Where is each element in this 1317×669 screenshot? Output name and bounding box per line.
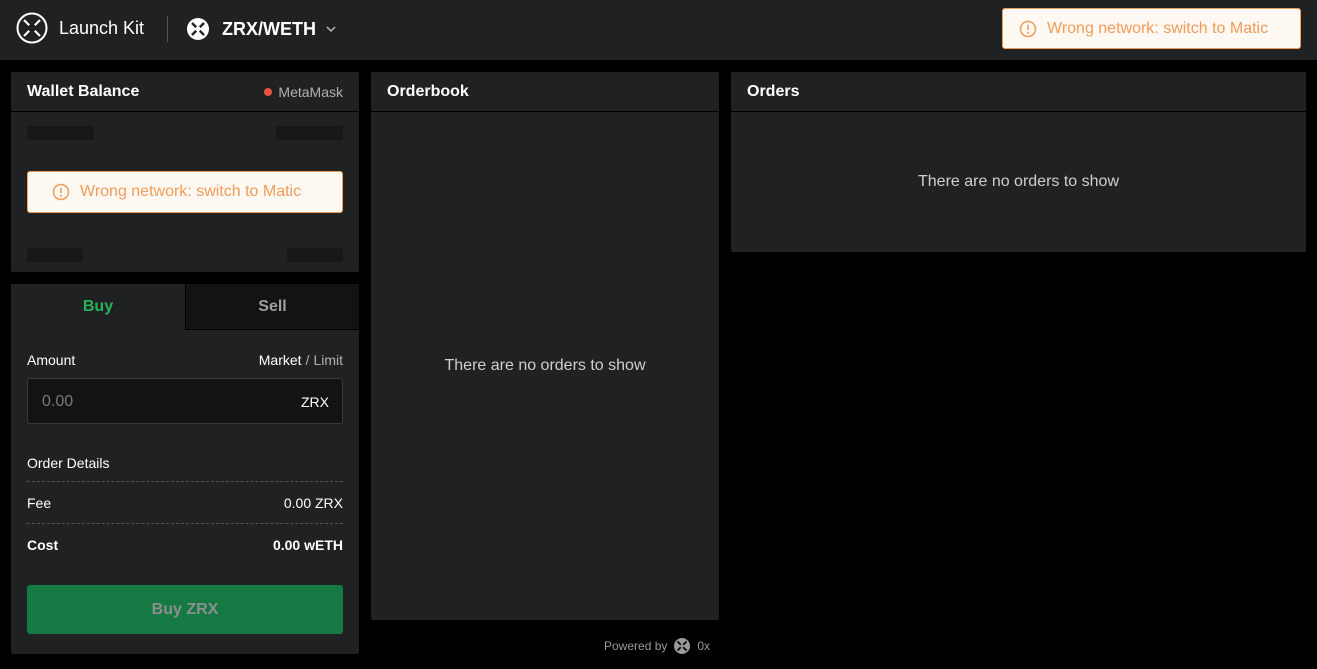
- fee-label: Fee: [27, 495, 52, 511]
- order-details-title: Order Details: [27, 455, 110, 471]
- 0x-token-icon: [187, 18, 209, 40]
- amount-token: ZRX: [301, 394, 329, 410]
- order-type-market[interactable]: Market: [259, 352, 302, 368]
- panel-divider: [11, 111, 359, 112]
- orderbook-title: Orderbook: [387, 83, 469, 100]
- exclamation-circle-icon: [1019, 20, 1037, 37]
- orderbook-panel: Orderbook There are no orders to show: [371, 72, 719, 620]
- wallet-provider-label: MetaMask: [278, 84, 343, 100]
- fee-value: 0.00 ZRX: [283, 495, 343, 511]
- dashed-divider: [27, 481, 343, 482]
- powered-by-label: Powered by: [604, 639, 668, 653]
- amount-input[interactable]: 0.00 ZRX: [27, 378, 343, 424]
- balance-placeholder: [27, 248, 83, 262]
- balance-placeholder: [276, 126, 343, 140]
- chevron-down-icon: [326, 26, 336, 33]
- orderbook-empty-message: There are no orders to show: [444, 357, 646, 374]
- balance-placeholder: [287, 248, 343, 262]
- powered-by[interactable]: Powered by 0x: [604, 636, 710, 656]
- panel-divider: [371, 111, 719, 112]
- orders-panel: Orders There are no orders to show: [731, 72, 1306, 252]
- market-label: ZRX/WETH: [222, 18, 316, 39]
- amount-label: Amount: [27, 352, 76, 368]
- dashed-divider: [27, 523, 343, 524]
- cost-label: Cost: [27, 537, 59, 553]
- orders-empty-message: There are no orders to show: [918, 173, 1119, 190]
- amount-placeholder: 0.00: [42, 393, 74, 410]
- wallet-balance-panel: Wallet Balance MetaMask Wrong network: s…: [11, 72, 359, 272]
- order-type-limit[interactable]: Limit: [313, 352, 343, 368]
- brand-name[interactable]: Launch Kit: [59, 18, 144, 39]
- wallet-provider: MetaMask: [264, 84, 343, 100]
- network-alert-text: Wrong network: switch to Matic: [1047, 19, 1269, 37]
- powered-by-brand: 0x: [697, 639, 711, 653]
- header-divider: [167, 16, 168, 42]
- orders-title: Orders: [747, 83, 800, 100]
- cost-value: 0.00 wETH: [272, 537, 343, 553]
- connection-status-dot: [264, 88, 273, 96]
- buy-zrx-button[interactable]: Buy ZRX: [27, 585, 343, 634]
- order-type-switch: Market / Limit: [259, 352, 343, 368]
- exclamation-circle-icon: [52, 183, 70, 201]
- market-selector[interactable]: ZRX/WETH: [186, 16, 336, 42]
- order-type-separator: /: [305, 352, 310, 368]
- 0x-logo-icon[interactable]: [16, 12, 48, 44]
- 0x-logo-icon: [674, 638, 691, 654]
- wallet-network-alert: Wrong network: switch to Matic: [27, 171, 343, 213]
- balance-placeholder: [27, 126, 94, 140]
- wallet-network-alert-text: Wrong network: switch to Matic: [80, 183, 302, 200]
- tab-sell[interactable]: Sell: [185, 284, 359, 330]
- tab-buy[interactable]: Buy: [11, 284, 185, 330]
- wallet-balance-title: Wallet Balance: [27, 83, 140, 100]
- top-bar: Launch Kit ZRX/WETH Wrong network: switc…: [0, 0, 1317, 60]
- network-alert: Wrong network: switch to Matic: [1002, 8, 1301, 49]
- trade-panel: Buy Sell Amount Market / Limit 0.00 ZRX Or…: [11, 284, 359, 654]
- panel-divider: [731, 111, 1306, 112]
